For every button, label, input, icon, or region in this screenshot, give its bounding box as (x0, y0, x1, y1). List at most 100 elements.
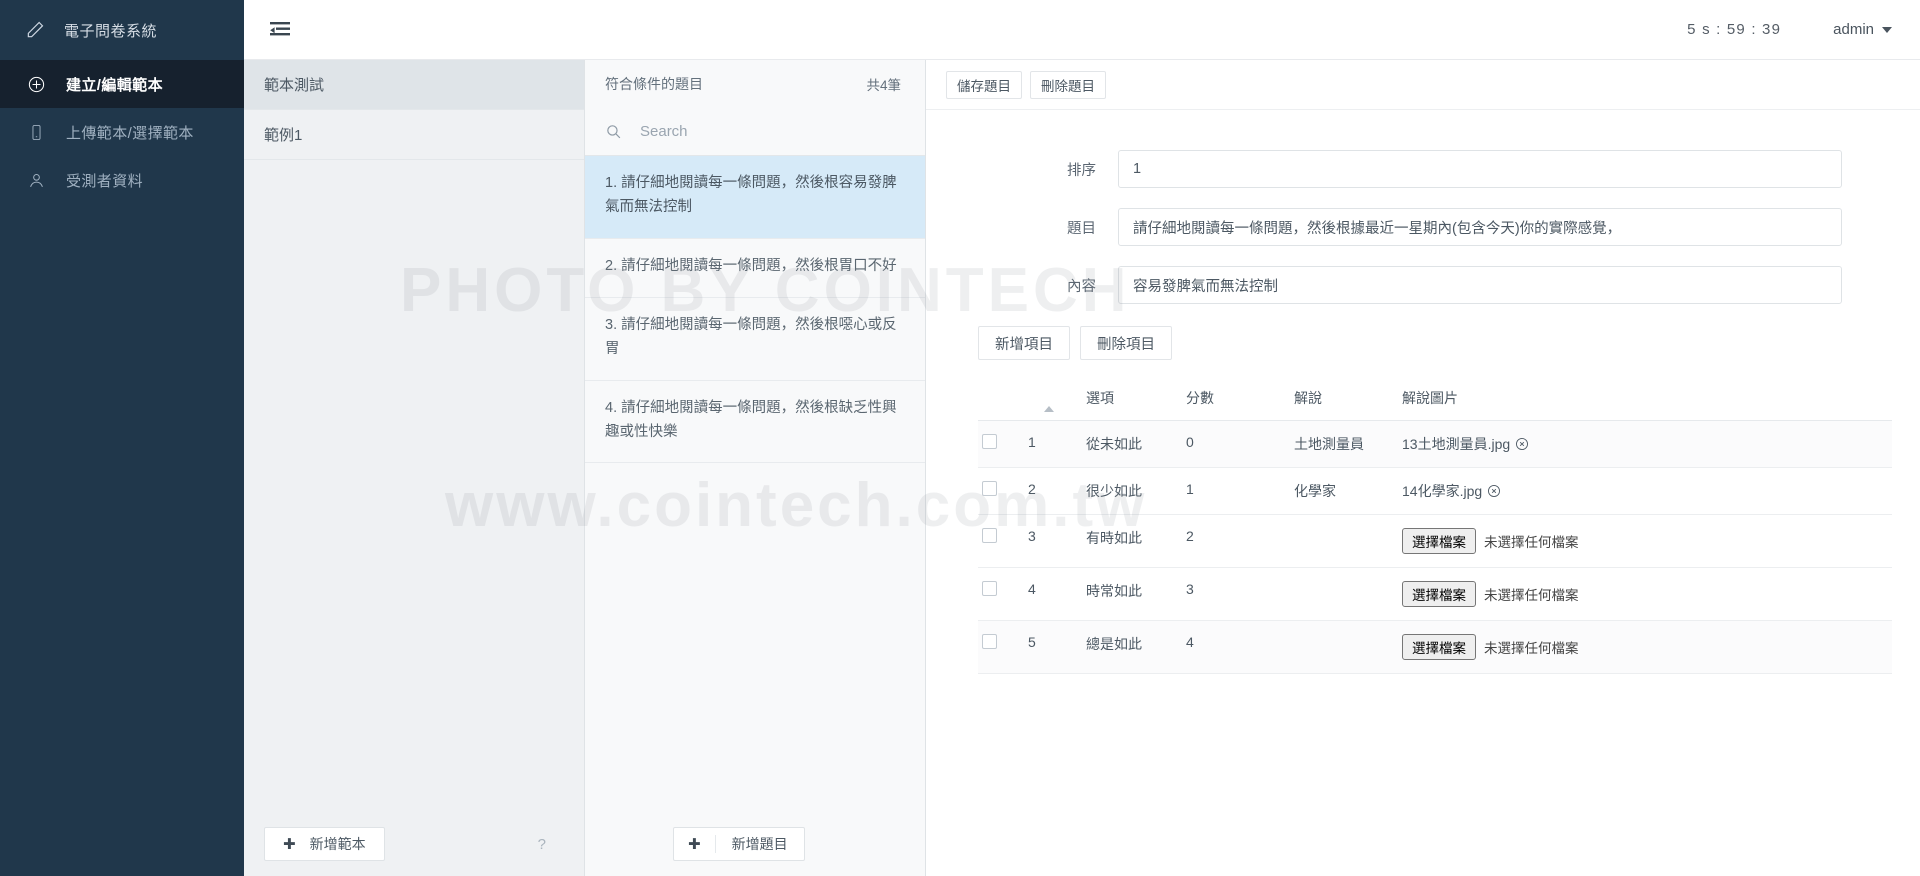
row-index: 4 (1024, 567, 1082, 621)
template-name: 範例1 (264, 127, 303, 144)
col-option: 選項 (1082, 378, 1182, 421)
question-panel-header: 符合條件的題目 共4筆 (585, 60, 925, 108)
add-item-button[interactable]: 新增項目 (978, 326, 1070, 360)
row-score: 4 (1182, 620, 1290, 674)
row-select-cell (978, 420, 1024, 468)
sidebar-item-upload-select-template[interactable]: 上傳範本/選擇範本 (0, 108, 244, 156)
question-count: 共4筆 (866, 78, 901, 93)
hamburger-indent-icon[interactable] (268, 19, 294, 41)
row-explanation (1290, 620, 1398, 674)
user-menu[interactable]: admin (1833, 21, 1892, 38)
row-score: 0 (1182, 420, 1290, 468)
content-field-row: 內容 (966, 266, 1880, 304)
table-row: 3 有時如此 2 選擇檔案 未選擇任何檔案 (978, 514, 1892, 568)
row-select-cell (978, 567, 1024, 621)
question-panel: 符合條件的題目 共4筆 1. 請仔細地閱讀每一條問題，然後根容易發脾氣而無法控制 (585, 60, 926, 876)
sidebar-item-label: 上傳範本/選擇範本 (66, 124, 194, 142)
list-item[interactable]: 範本測試 (244, 60, 584, 110)
question-label: 1. 請仔細地閱讀每一條問題，然後根容易發脾氣而無法控制 (605, 175, 897, 215)
row-checkbox[interactable] (982, 634, 997, 649)
plus-icon: ✚ (283, 836, 296, 853)
session-timer: 5 s : 59 : 39 (1687, 21, 1782, 38)
row-select-cell (978, 514, 1024, 568)
template-name: 範本測試 (264, 77, 325, 94)
content-input[interactable] (1118, 266, 1842, 304)
remove-file-icon[interactable] (1487, 484, 1501, 498)
row-score: 1 (1182, 467, 1290, 515)
top-bar: 5 s : 59 : 39 admin (244, 0, 1920, 60)
chevron-down-icon (1882, 26, 1892, 33)
remove-file-icon[interactable] (1515, 437, 1529, 451)
sidebar-item-create-edit-template[interactable]: 建立/編輯範本 (0, 60, 244, 108)
col-explanation: 解說 (1290, 378, 1398, 421)
sidebar-item-label: 受測者資料 (66, 172, 144, 190)
content-label: 內容 (1067, 278, 1096, 295)
row-index: 1 (1024, 420, 1082, 468)
col-score: 分數 (1182, 378, 1290, 421)
mobile-icon (26, 122, 46, 142)
row-explanation: 土地測量員 (1290, 420, 1398, 468)
table-row: 5 總是如此 4 選擇檔案 未選擇任何檔案 (978, 620, 1892, 674)
row-option: 很少如此 (1082, 467, 1182, 515)
delete-question-button[interactable]: 刪除題目 (1030, 70, 1106, 99)
list-item[interactable]: 4. 請仔細地閱讀每一條問題，然後根缺乏性興趣或性快樂 (585, 381, 925, 464)
app-root: 電子問卷系統 建立/編輯範本 上傳範本/選擇範本 受測者資料 5 s: 59 … (0, 0, 1920, 876)
row-explanation (1290, 514, 1398, 568)
row-file-cell: 選擇檔案 未選擇任何檔案 (1398, 620, 1892, 674)
topbar-right: 5 s : 59 : 39 admin (1687, 21, 1892, 38)
sidebar-item-subject-data[interactable]: 受測者資料 (0, 156, 244, 204)
row-file-name: 13土地測量員.jpg (1402, 436, 1511, 452)
col-explanation-image: 解說圖片 (1398, 378, 1892, 421)
row-score: 3 (1182, 567, 1290, 621)
order-field-row: 排序 (966, 150, 1880, 188)
list-item[interactable]: 1. 請仔細地閱讀每一條問題，然後根容易發脾氣而無法控制 (585, 156, 925, 239)
list-item[interactable]: 2. 請仔細地閱讀每一條問題，然後根胃口不好 (585, 239, 925, 298)
file-status-label: 未選擇任何檔案 (1484, 641, 1579, 656)
row-checkbox[interactable] (982, 528, 997, 543)
item-action-buttons: 新增項目 刪除項目 (978, 326, 1880, 360)
add-template-button[interactable]: ✚ 新增範本 (264, 827, 385, 861)
row-score: 2 (1182, 514, 1290, 568)
table-header-row: 選項 分數 解說 解說圖片 (978, 378, 1892, 421)
help-icon[interactable]: ? (538, 836, 546, 853)
row-file-cell: 選擇檔案 未選擇任何檔案 (1398, 514, 1892, 568)
table-row: 1 從未如此 0 土地測量員 13土地測量員.jpg (978, 420, 1892, 468)
list-item[interactable]: 範例1 (244, 110, 584, 160)
question-search-bar (585, 108, 925, 156)
question-list: 1. 請仔細地閱讀每一條問題，然後根容易發脾氣而無法控制 2. 請仔細地閱讀每一… (585, 156, 925, 812)
add-question-label: 新增題目 (731, 836, 788, 852)
order-label: 排序 (1067, 162, 1096, 179)
list-item[interactable]: 3. 請仔細地閱讀每一條問題，然後根噁心或反胃 (585, 298, 925, 381)
row-checkbox[interactable] (982, 581, 997, 596)
delete-item-button[interactable]: 刪除項目 (1080, 326, 1172, 360)
row-option: 總是如此 (1082, 620, 1182, 674)
title-label: 題目 (1067, 220, 1096, 237)
row-file-cell: 13土地測量員.jpg (1398, 420, 1892, 468)
plus-icon: ✚ (674, 835, 716, 853)
choose-file-button[interactable]: 選擇檔案 (1402, 634, 1476, 660)
left-sidebar: 電子問卷系統 建立/編輯範本 上傳範本/選擇範本 受測者資料 (0, 0, 244, 876)
brand: 電子問卷系統 (0, 0, 244, 60)
options-table-head: 選項 分數 解說 解說圖片 (978, 378, 1892, 421)
order-input[interactable] (1118, 150, 1842, 188)
search-input[interactable] (640, 123, 905, 140)
sort-asc-icon (1044, 390, 1054, 412)
pencil-icon (24, 19, 46, 41)
plus-circle-icon (26, 74, 46, 94)
add-question-button[interactable]: ✚ 新增題目 (673, 827, 805, 861)
choose-file-button[interactable]: 選擇檔案 (1402, 528, 1476, 554)
save-question-button[interactable]: 儲存題目 (946, 70, 1022, 99)
row-select-cell (978, 467, 1024, 515)
row-explanation: 化學家 (1290, 467, 1398, 515)
row-checkbox[interactable] (982, 434, 997, 449)
sidebar-item-label: 建立/編輯範本 (66, 76, 163, 94)
row-checkbox[interactable] (982, 481, 997, 496)
choose-file-button[interactable]: 選擇檔案 (1402, 581, 1476, 607)
question-label: 4. 請仔細地閱讀每一條問題，然後根缺乏性興趣或性快樂 (605, 399, 897, 440)
row-option: 有時如此 (1082, 514, 1182, 568)
col-sort[interactable] (1024, 378, 1082, 421)
title-input[interactable] (1118, 208, 1842, 246)
main-area: 5 s : 59 : 39 admin 範本測試 範例1 ✚ 新增範本 ? 符合… (244, 0, 1920, 876)
table-row: 4 時常如此 3 選擇檔案 未選擇任何檔案 (978, 567, 1892, 621)
add-template-label: 新增範本 (309, 836, 366, 852)
